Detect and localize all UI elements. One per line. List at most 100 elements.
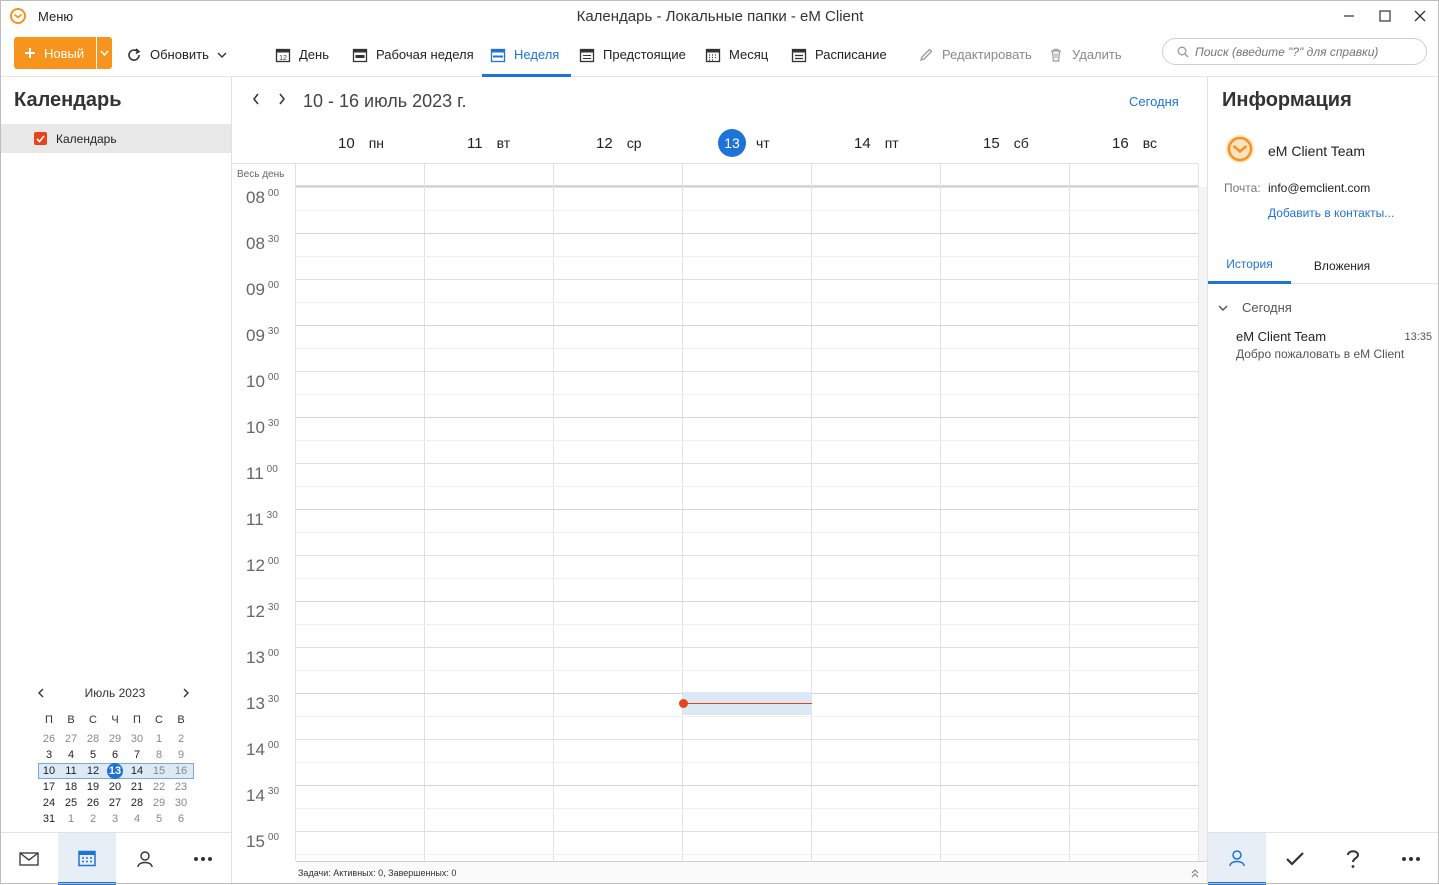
mini-cal-prev-button[interactable] [37,686,45,701]
nav-more-right-button[interactable] [1382,833,1439,885]
mini-cal-day[interactable]: 2 [170,732,192,746]
tasks-expand-button[interactable] [1191,866,1199,881]
calendar-workweek-icon [352,48,368,62]
contact-email[interactable]: info@emclient.com [1268,181,1370,195]
contacts-icon [137,851,153,868]
edit-button[interactable]: Редактировать [918,32,1032,77]
view-workweek-button[interactable]: Рабочая неделя [352,32,474,77]
mini-cal-day[interactable]: 29 [104,732,126,746]
nav-help-button[interactable] [1324,833,1382,885]
nav-contact-info-button[interactable] [1208,833,1266,885]
view-month-button[interactable]: Месяц [705,32,768,77]
view-schedule-button[interactable]: Расписание [791,32,887,77]
nav-mail-button[interactable] [0,833,58,885]
mini-cal-day[interactable]: 30 [126,732,148,746]
mini-cal-day[interactable]: 5 [148,812,170,826]
day-number: 15 [983,134,1000,152]
mini-cal-day[interactable]: 30 [170,796,192,810]
mini-cal-day[interactable]: 8 [148,748,170,762]
mini-cal-day[interactable]: 28 [126,796,148,810]
day-header[interactable]: 13 чт [718,129,770,157]
email-label: Почта: [1224,181,1261,195]
tab-history[interactable]: История [1208,247,1291,284]
view-day-button[interactable]: 12 День [275,32,329,77]
mini-cal-next-button[interactable] [182,686,190,701]
mini-cal-day[interactable]: 27 [104,796,126,810]
mini-cal-day[interactable]: 24 [38,796,60,810]
mini-cal-day[interactable]: 31 [38,812,60,826]
mini-cal-day[interactable]: 29 [148,796,170,810]
mini-cal-day[interactable]: 26 [38,732,60,746]
mini-cal-day[interactable]: 1 [60,812,82,826]
mini-cal-day[interactable]: 25 [60,796,82,810]
app-logo-icon[interactable] [10,8,26,27]
day-header[interactable]: 16 вс [1112,131,1157,155]
view-week-button[interactable]: Неделя [481,32,572,77]
mini-cal-day[interactable]: 16 [170,764,192,778]
mini-cal-day[interactable]: 3 [104,812,126,826]
nav-tasks-button[interactable] [1266,833,1324,885]
next-week-button[interactable] [278,93,286,108]
close-button[interactable] [1412,8,1428,24]
nav-contacts-button[interactable] [116,833,174,885]
mini-cal-day[interactable]: 21 [126,780,148,794]
search-input[interactable] [1195,44,1415,59]
mini-cal-day[interactable]: 4 [60,748,82,762]
mini-cal-day[interactable]: 19 [82,780,104,794]
mini-cal-day[interactable]: 14 [126,764,148,778]
add-contact-link[interactable]: Добавить в контакты... [1268,206,1394,220]
mini-cal-day[interactable]: 28 [82,732,104,746]
mini-cal-day[interactable]: 1 [148,732,170,746]
history-group-header[interactable]: Сегодня [1218,300,1292,315]
mini-cal-day[interactable]: 20 [104,780,126,794]
day-header[interactable]: 12 ср [596,131,641,155]
toolbar: Новый Обновить 12 День Рабочая неделя Не… [0,32,1439,77]
today-button[interactable]: Сегодня [1129,94,1179,109]
mini-cal-day[interactable]: 12 [82,764,104,778]
minimize-button[interactable] [1341,8,1357,24]
search-box[interactable] [1162,38,1427,65]
mini-cal-day[interactable]: 11 [60,764,82,778]
mini-cal-day[interactable]: 23 [170,780,192,794]
delete-button[interactable]: Удалить [1048,32,1122,77]
time-label: 12 30 [246,602,296,622]
nav-more-button[interactable] [174,833,232,885]
tab-attachments[interactable]: Вложения [1302,247,1382,284]
mini-cal-day[interactable]: 7 [126,748,148,762]
mini-cal-day[interactable]: 22 [148,780,170,794]
day-header[interactable]: 14 пт [854,131,899,155]
refresh-button[interactable]: Обновить [126,32,227,77]
chevron-right-icon [279,93,285,105]
mini-cal-day[interactable]: 13 [107,763,123,779]
mini-cal-day[interactable]: 17 [38,780,60,794]
prev-week-button[interactable] [252,93,260,108]
mini-cal-day[interactable]: 26 [82,796,104,810]
bottom-nav-right [1208,832,1439,885]
mini-cal-day[interactable]: 3 [38,748,60,762]
mini-cal-day[interactable]: 5 [82,748,104,762]
mini-cal-day[interactable]: 6 [104,748,126,762]
mini-cal-day[interactable]: 18 [60,780,82,794]
nav-calendar-button[interactable] [58,833,116,885]
info-tabs: История Вложения [1208,247,1439,284]
calendar-list-item[interactable]: Календарь [0,124,231,153]
mini-cal-day[interactable]: 2 [82,812,104,826]
day-header[interactable]: 10 пн [338,131,384,155]
day-header[interactable]: 11 вт [467,131,510,155]
mini-cal-day[interactable]: 27 [60,732,82,746]
mini-cal-day[interactable]: 6 [170,812,192,826]
calendar-checkbox[interactable] [34,132,47,145]
mini-cal-day[interactable]: 10 [38,764,60,778]
new-dropdown-button[interactable] [97,37,112,69]
mini-cal-day[interactable]: 15 [148,764,170,778]
time-label: 13 30 [246,694,296,714]
menu-button[interactable]: Меню [38,9,73,24]
history-item[interactable]: eM Client Team 13:35 Добро пожаловать в … [1208,326,1439,366]
view-upcoming-button[interactable]: Предстоящие [579,32,686,77]
day-header[interactable]: 15 сб [983,131,1029,155]
new-button[interactable]: Новый [14,37,96,69]
maximize-button[interactable] [1377,8,1393,24]
mini-cal-day[interactable]: 4 [126,812,148,826]
grid-scrollbar[interactable] [1198,187,1207,861]
mini-cal-day[interactable]: 9 [170,748,192,762]
